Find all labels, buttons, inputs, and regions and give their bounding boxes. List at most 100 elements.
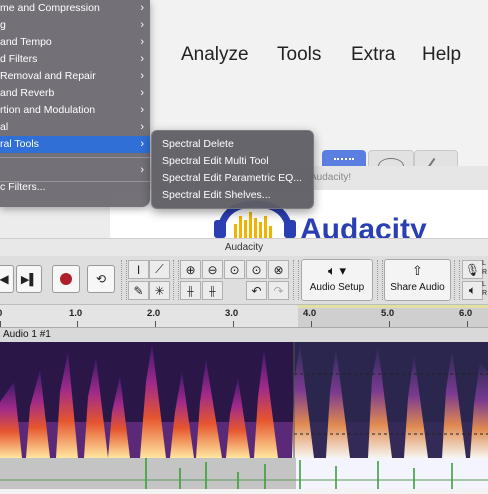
chevron-right-icon: › xyxy=(140,53,144,65)
loop-icon: ⟲ xyxy=(95,272,107,286)
toolbar-grip[interactable] xyxy=(377,260,383,300)
spectral-tools-submenu: Spectral Delete Spectral Edit Multi Tool… xyxy=(151,130,314,209)
menu-item-distortion[interactable]: rtion and Modulation › xyxy=(0,102,150,119)
undo-button[interactable]: ↶ xyxy=(246,281,267,300)
toolbar-grip[interactable] xyxy=(173,260,179,300)
window-title: Audacity xyxy=(224,242,264,253)
ruler-tick xyxy=(467,321,468,327)
redo-button[interactable]: ↷ xyxy=(268,281,289,300)
ruler-tick-label: 3.0 xyxy=(225,308,239,319)
menu-item-label: d Filters xyxy=(0,53,38,65)
selection-tool[interactable]: I xyxy=(128,260,149,279)
record-icon xyxy=(60,273,72,285)
menu-tools[interactable]: Tools xyxy=(277,44,321,66)
record-button[interactable] xyxy=(52,265,80,293)
menu-item-plugin-filters[interactable]: c Filters... xyxy=(0,179,150,196)
audacity-titlebar: Audacity xyxy=(0,238,488,257)
chevron-right-icon: › xyxy=(140,87,144,99)
menu-item-label: ral Tools xyxy=(0,138,39,150)
zoom-toggle-button[interactable]: ⊗ xyxy=(268,260,289,279)
trim-button[interactable]: ╫ xyxy=(180,281,201,300)
menu-help[interactable]: Help xyxy=(422,44,461,66)
menu-extra[interactable]: Extra xyxy=(351,44,395,66)
chevron-right-icon: › xyxy=(140,104,144,116)
submenu-spectral-delete[interactable]: Spectral Delete xyxy=(162,138,234,150)
ruler-tick xyxy=(0,321,1,327)
pencil-icon: ✎ xyxy=(133,283,144,298)
menu-analyze[interactable]: Analyze xyxy=(181,44,249,66)
ruler-tick xyxy=(233,321,234,327)
zoom-selection-icon: ⊙ xyxy=(229,262,240,277)
menu-item-delay-reverb[interactable]: and Reverb › xyxy=(0,85,150,102)
record-meter-button[interactable]: 🎙︎ xyxy=(462,260,483,279)
envelope-icon: ⟋ xyxy=(155,262,164,276)
menu-item-label: c Filters... xyxy=(0,181,46,193)
timeline-ruler[interactable]: 0 1.0 2.0 3.0 4.0 5.0 6.0 xyxy=(0,305,488,328)
submenu-spectral-edit-parametric-eq[interactable]: Spectral Edit Parametric EQ... xyxy=(162,172,302,184)
skip-end-button[interactable]: ▶▌ xyxy=(16,265,42,293)
fit-project-button[interactable]: ⊙ xyxy=(246,260,267,279)
spectrogram[interactable] xyxy=(0,342,488,458)
meter-label-l: L xyxy=(482,260,486,267)
zoom-in-button[interactable]: ⊕ xyxy=(180,260,201,279)
fit-selection-button[interactable]: ⊙ xyxy=(224,260,245,279)
draw-tool[interactable]: ✎ xyxy=(128,281,149,300)
loop-button[interactable]: ⟲ xyxy=(87,265,115,293)
menu-item-eq[interactable]: g › xyxy=(0,17,150,34)
menu-separator xyxy=(0,157,150,158)
menu-item-dynamics[interactable]: me and Compression › xyxy=(0,0,150,17)
menu-item-label: g xyxy=(0,19,6,31)
menu-item-label: al xyxy=(0,121,9,133)
waveform-strip[interactable] xyxy=(0,458,488,489)
toolbar-grip[interactable] xyxy=(293,260,299,300)
silence-button[interactable]: ╫ xyxy=(202,281,223,300)
chevron-right-icon: › xyxy=(140,138,144,150)
chevron-right-icon: › xyxy=(140,2,144,14)
chevron-right-icon: › xyxy=(140,164,144,176)
menu-item-noise-removal[interactable]: Removal and Repair › xyxy=(0,68,150,85)
zoom-out-icon: ⊖ xyxy=(207,262,218,277)
skip-start-button[interactable]: ◀ xyxy=(0,265,14,293)
menu-item-label: and Reverb xyxy=(0,87,55,99)
ruler-tick-label: 1.0 xyxy=(69,308,83,319)
menu-item-label: me and Compression xyxy=(0,2,100,14)
menu-item-spectral-tools[interactable]: ral Tools › xyxy=(0,136,150,153)
ruler-tick-label: 5.0 xyxy=(381,308,395,319)
microphone-icon: 🎙︎ xyxy=(464,262,481,277)
splash-title: Audacity! xyxy=(310,172,352,183)
speaker-icon: 🔈︎ xyxy=(468,283,477,297)
submenu-spectral-edit-multi-tool[interactable]: Spectral Edit Multi Tool xyxy=(162,155,269,167)
audio-setup-button[interactable]: 🔈︎ ▾ Audio Setup xyxy=(301,259,373,301)
envelope-tool[interactable]: ⟋ xyxy=(149,260,170,279)
meter-label-r: R xyxy=(482,290,488,297)
ruler-tick-label: 4.0 xyxy=(303,308,317,319)
submenu-spectral-edit-shelves[interactable]: Spectral Edit Shelves... xyxy=(162,189,271,201)
ruler-tick xyxy=(311,321,312,327)
chevron-right-icon: › xyxy=(140,36,144,48)
zoom-out-button[interactable]: ⊖ xyxy=(202,260,223,279)
speaker-icon: 🔈︎ ▾ xyxy=(328,263,346,278)
waveform-graphic xyxy=(0,458,488,489)
track-header[interactable]: Audio 1 #1 xyxy=(0,328,488,342)
menu-item-pitch-tempo[interactable]: and Tempo › xyxy=(0,34,150,51)
menu-item-filters[interactable]: d Filters › xyxy=(0,51,150,68)
ruler-tick xyxy=(155,321,156,327)
skip-end-icon: ▶▌ xyxy=(20,273,38,286)
spectrogram-graphic xyxy=(0,342,488,458)
zoom-fit-icon: ⊙ xyxy=(251,262,262,277)
zoom-toggle-icon: ⊗ xyxy=(273,262,284,277)
trim-icon: ╫ xyxy=(187,285,194,296)
share-audio-button[interactable]: ⇧ Share Audio xyxy=(384,259,451,301)
share-audio-label: Share Audio xyxy=(390,282,445,293)
chevron-right-icon: › xyxy=(140,19,144,31)
toolbar-grip[interactable] xyxy=(454,260,460,300)
menu-item-label: rtion and Modulation xyxy=(0,104,96,116)
ruler-tick-label: 2.0 xyxy=(147,308,161,319)
menu-item-blank[interactable]: › xyxy=(0,162,150,179)
menu-item-special[interactable]: al › xyxy=(0,119,150,136)
multi-tool[interactable]: ✳ xyxy=(149,281,170,300)
play-meter-button[interactable]: 🔈︎ xyxy=(462,281,483,300)
undo-icon: ↶ xyxy=(251,283,262,298)
toolbar-grip[interactable] xyxy=(121,260,127,300)
ruler-tick-label: 6.0 xyxy=(459,308,473,319)
